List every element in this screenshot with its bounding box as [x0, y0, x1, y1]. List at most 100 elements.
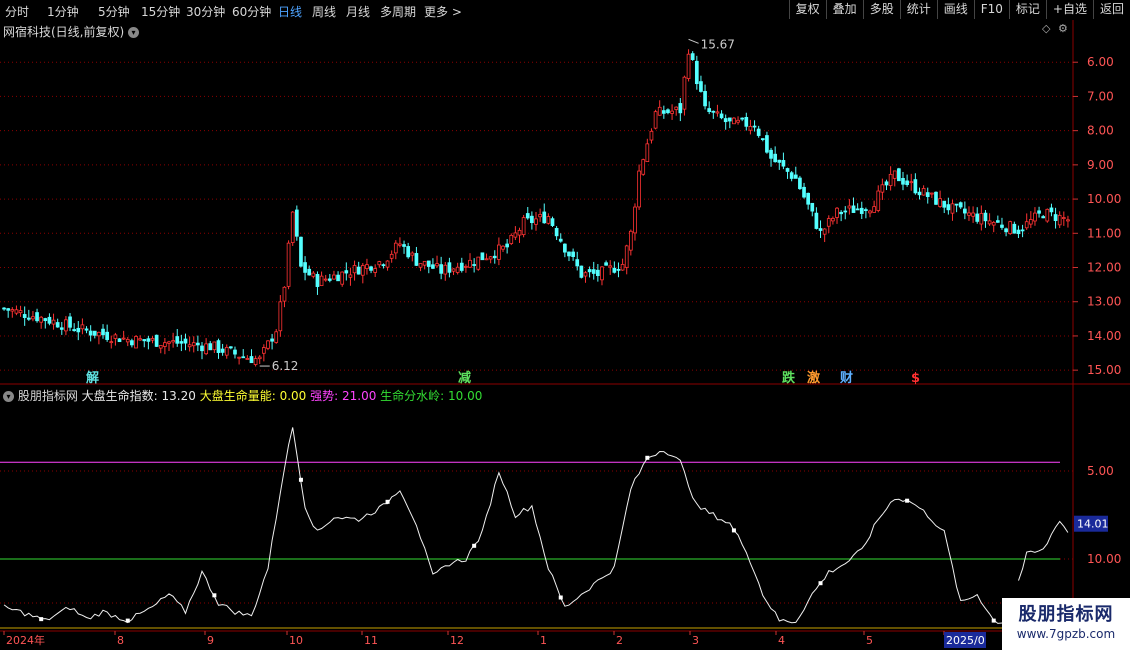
tab-30min[interactable]: 30分钟	[186, 3, 225, 20]
event-marker[interactable]: 减	[458, 370, 471, 385]
candle-body	[715, 111, 720, 114]
candle-body	[509, 234, 514, 244]
candle-body	[921, 188, 926, 196]
price-chart[interactable]: 15.00 14.00 13.00 12.00 11.00 10.00 9.00 8.00 7.…	[0, 20, 1130, 385]
candle-body	[480, 252, 485, 261]
candle-body	[385, 260, 390, 268]
candle-body	[633, 206, 637, 234]
candle-body	[307, 268, 312, 276]
candle-body	[187, 344, 192, 348]
tab-5min[interactable]: 5分钟	[98, 3, 130, 20]
candle-body	[534, 218, 538, 225]
candle-body	[340, 271, 345, 285]
candle-body	[6, 308, 11, 311]
candle-body	[1020, 229, 1025, 232]
tab-multi-period[interactable]: 多周期	[380, 3, 416, 20]
candle-body	[546, 216, 551, 224]
candle-body	[888, 173, 893, 186]
candle-body	[876, 190, 881, 211]
back-button[interactable]: 返回	[1092, 0, 1130, 19]
candle-body	[282, 286, 287, 302]
f10-button[interactable]: F10	[973, 0, 1009, 19]
candle-body	[558, 238, 563, 242]
fuquan-button[interactable]: 复权	[788, 0, 826, 19]
candle-body	[542, 211, 547, 224]
candle-body	[670, 110, 674, 114]
candle-body	[934, 191, 938, 205]
candle-body	[393, 242, 398, 254]
candle-body	[637, 170, 641, 208]
candle-body	[798, 177, 802, 190]
candle-body	[666, 109, 670, 114]
candle-body	[575, 259, 580, 267]
draw-line-button[interactable]: 画线	[936, 0, 974, 19]
candle-body	[884, 181, 889, 186]
candle-body	[674, 106, 679, 110]
candle-body	[18, 310, 23, 314]
candle-body	[158, 345, 163, 349]
settings-icon[interactable]: ⚙	[1058, 22, 1068, 35]
candle-body	[802, 186, 806, 198]
overlay-button[interactable]: 叠加	[825, 0, 863, 19]
candle-body	[196, 342, 200, 346]
signal-dot	[991, 618, 996, 623]
event-marker[interactable]: 解	[85, 370, 99, 385]
candle-body	[68, 316, 72, 328]
candle-body	[538, 214, 542, 218]
event-marker[interactable]: $	[911, 371, 920, 385]
stats-button[interactable]: 统计	[899, 0, 937, 19]
candle-body	[121, 337, 126, 340]
candle-body	[892, 170, 897, 179]
action-buttons: 复权 叠加 多股 统计 画线 F10 标记 +自选 返回	[788, 0, 1130, 20]
indicator-chart[interactable]: 20.0010.005.0014.01	[0, 385, 1130, 630]
tab-daily[interactable]: 日线	[278, 3, 302, 20]
candle-body	[711, 110, 716, 113]
event-marker[interactable]: 激	[807, 370, 821, 385]
candle-body	[583, 272, 588, 277]
candle-body	[455, 266, 460, 273]
candle-body	[92, 330, 97, 336]
candle-body	[736, 119, 740, 123]
event-marker[interactable]: 跌	[782, 370, 796, 385]
indicator-item-strong: 强势: 21.00	[310, 389, 377, 403]
tab-1min[interactable]: 1分钟	[47, 3, 79, 20]
candle-body	[43, 318, 48, 322]
candle-body	[690, 53, 695, 60]
tab-weekly[interactable]: 周线	[312, 3, 336, 20]
price-tick-label: 8.00	[1087, 124, 1114, 138]
event-marker[interactable]: 财	[840, 370, 853, 385]
indicator-menu-icon[interactable]: ▾	[3, 391, 14, 402]
tab-monthly[interactable]: 月线	[346, 3, 370, 20]
tab-60min[interactable]: 60分钟	[232, 3, 271, 20]
time-tick-label: 1	[540, 634, 547, 647]
candle-body	[938, 198, 942, 207]
tab-more[interactable]: 更多 >	[424, 3, 462, 20]
candle-body	[200, 345, 204, 352]
candle-body	[443, 264, 448, 275]
chevron-down-icon[interactable]: ▾	[128, 27, 140, 38]
time-tick-label: 4	[778, 634, 785, 647]
add-watchlist-button[interactable]: +自选	[1045, 0, 1093, 19]
candle-body	[925, 192, 930, 198]
time-tick-label: 8	[117, 634, 124, 647]
candle-body	[171, 340, 175, 343]
candle-body	[175, 336, 180, 344]
candle-body	[344, 270, 349, 274]
candle-body	[356, 266, 361, 275]
candle-body	[39, 316, 44, 323]
candle-body	[257, 356, 262, 360]
candle-body	[624, 245, 629, 268]
multi-stock-button[interactable]: 多股	[862, 0, 900, 19]
candle-body	[686, 53, 691, 79]
candle-body	[286, 242, 291, 287]
mark-button[interactable]: 标记	[1008, 0, 1046, 19]
candle-body	[991, 221, 996, 226]
candle-body	[839, 211, 843, 215]
tab-15min[interactable]: 15分钟	[141, 3, 180, 20]
candle-body	[1049, 207, 1054, 213]
tab-fenshi[interactable]: 分时	[5, 3, 29, 20]
candle-body	[1061, 217, 1066, 219]
candle-body	[835, 207, 839, 218]
candle-body	[983, 212, 988, 222]
diamond-icon[interactable]: ◇	[1042, 22, 1050, 35]
